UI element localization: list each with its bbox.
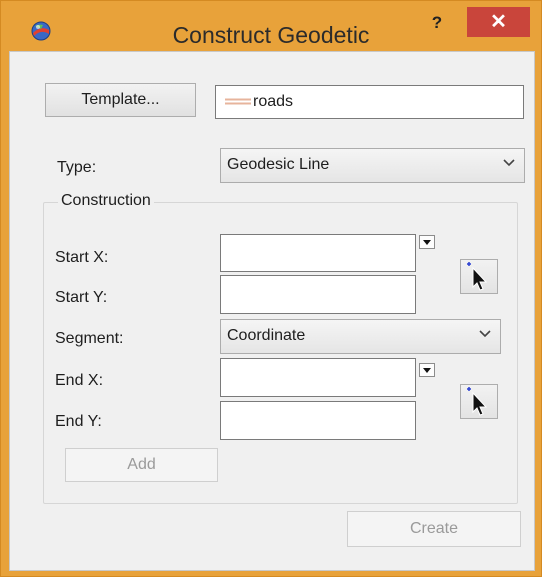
dropdown-arrow-icon (423, 240, 431, 245)
end-x-input[interactable] (220, 358, 416, 397)
template-field[interactable]: roads (215, 85, 524, 119)
start-x-label: Start X: (55, 249, 109, 266)
map-pick-cursor-icon (467, 262, 488, 291)
template-value: roads (253, 93, 294, 110)
start-y-label: Start Y: (55, 289, 108, 306)
start-y-input[interactable] (220, 275, 416, 314)
dropdown-arrow-icon (423, 368, 431, 373)
help-button[interactable]: ? (425, 11, 449, 35)
end-x-options-dropdown[interactable] (419, 363, 435, 377)
create-button[interactable]: Create (347, 511, 521, 547)
dialog-window: Construct Geodetic ? ✕ Template... roads… (0, 0, 542, 577)
window-title: Construct Geodetic (172, 22, 370, 48)
end-x-label: End X: (55, 372, 104, 389)
dialog-body: Template... roads Type: Geodesic Line Co… (9, 51, 535, 571)
end-y-label: End Y: (55, 413, 102, 430)
template-button[interactable]: Template... (45, 83, 196, 117)
construction-group-title: Construction (58, 192, 154, 210)
segment-label: Segment: (55, 330, 124, 347)
title-bar[interactable]: Construct Geodetic ? ✕ (1, 1, 541, 51)
type-selected-value: Geodesic Line (227, 156, 330, 173)
segment-selected-value: Coordinate (227, 327, 306, 344)
type-label: Type: (57, 159, 97, 176)
end-y-input[interactable] (220, 401, 416, 440)
chevron-down-icon (503, 159, 515, 167)
pick-start-point-button[interactable] (460, 259, 498, 294)
add-button[interactable]: Add (65, 448, 218, 482)
close-button[interactable]: ✕ (467, 7, 530, 37)
start-x-input[interactable] (220, 234, 416, 272)
line-symbol-swatch-icon (225, 98, 251, 105)
type-select[interactable]: Geodesic Line (220, 148, 525, 183)
segment-select[interactable]: Coordinate (220, 319, 501, 354)
start-x-options-dropdown[interactable] (419, 235, 435, 249)
map-pick-cursor-icon (467, 387, 488, 416)
pick-end-point-button[interactable] (460, 384, 498, 419)
chevron-down-icon (479, 330, 491, 338)
